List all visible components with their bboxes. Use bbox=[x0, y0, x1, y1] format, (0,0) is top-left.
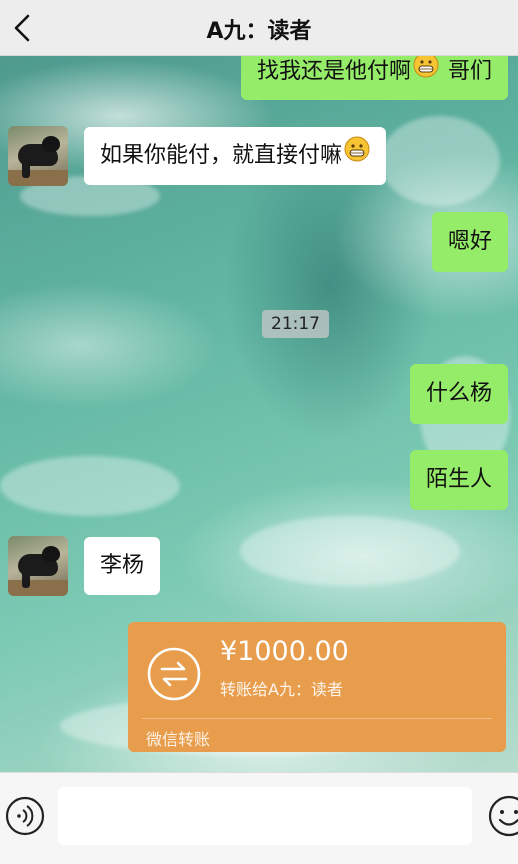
message-text: 什么杨 bbox=[425, 381, 492, 406]
input-bar bbox=[0, 772, 518, 864]
message-text: 嗯好 bbox=[447, 229, 492, 254]
message-text: 李杨 bbox=[100, 553, 145, 578]
message-row-6: 李杨 bbox=[8, 536, 161, 596]
transfer-description: 转账给A九：读者 bbox=[220, 680, 343, 699]
grinning-face-icon bbox=[344, 127, 370, 185]
message-row-3: 嗯好 bbox=[431, 212, 508, 272]
transfer-amount: ¥1000.00 bbox=[220, 636, 349, 667]
message-row-5: 陌生人 bbox=[409, 450, 508, 510]
chat-title: A九：读者 bbox=[206, 19, 312, 44]
message-text: 找我还是他付啊 bbox=[256, 59, 411, 84]
emoji-icon[interactable] bbox=[486, 793, 518, 839]
timestamp-badge: 21:17 bbox=[262, 310, 329, 338]
message-text-trailing: 哥们 bbox=[441, 59, 492, 84]
transfer-footer: 微信转账 bbox=[146, 730, 211, 749]
message-bubble[interactable]: 如果你能付，就直接付嘛 bbox=[84, 127, 387, 185]
transfer-card[interactable]: ¥1000.00 转账给A九：读者 微信转账 bbox=[128, 622, 506, 752]
transfer-arrows-icon bbox=[146, 646, 202, 702]
message-input[interactable] bbox=[58, 787, 472, 845]
divider bbox=[142, 718, 492, 719]
message-bubble[interactable]: 嗯好 bbox=[431, 212, 508, 272]
message-text: 陌生人 bbox=[425, 467, 492, 492]
message-row-4: 什么杨 bbox=[409, 364, 508, 424]
message-bubble[interactable]: 陌生人 bbox=[409, 450, 508, 510]
avatar[interactable] bbox=[8, 126, 68, 186]
message-text: 如果你能付，就直接付嘛 bbox=[100, 143, 343, 168]
message-bubble[interactable]: 什么杨 bbox=[409, 364, 508, 424]
message-row-2: 如果你能付，就直接付嘛 bbox=[8, 126, 387, 186]
chat-header: A九：读者 bbox=[0, 0, 518, 56]
message-bubble[interactable]: 李杨 bbox=[84, 537, 161, 595]
voice-icon[interactable] bbox=[4, 795, 46, 837]
avatar[interactable] bbox=[8, 536, 68, 596]
